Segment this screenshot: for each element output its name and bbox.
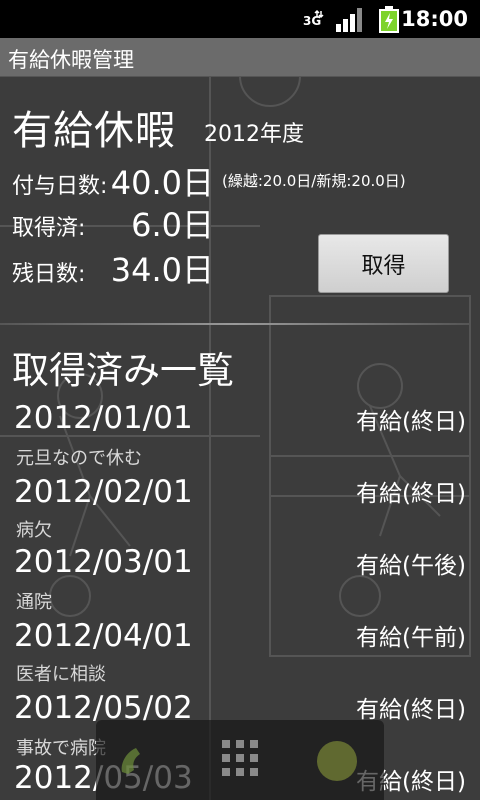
entry-note: 医者に相談	[16, 664, 106, 685]
entry-note: 事故で病院	[16, 738, 106, 759]
entry-date: 2012/04/01	[14, 618, 193, 654]
fiscal-year: 2012年度	[204, 122, 304, 147]
network-3g-icon: 3G	[303, 9, 324, 28]
launcher-dock	[96, 720, 384, 800]
entry-type: 有給(終日)	[356, 697, 466, 723]
taken-days-value: 6.0日	[131, 206, 214, 244]
section-divider	[0, 323, 470, 325]
entry-note: 病欠	[16, 520, 52, 541]
browser-icon[interactable]	[314, 738, 360, 784]
history-title: 取得済み一覧	[12, 349, 234, 392]
granted-days-detail: (繰越:20.0日/新規:20.0日)	[222, 172, 406, 190]
page-heading: 有給休暇	[12, 108, 176, 154]
entry-type: 有給(午前)	[356, 625, 466, 651]
svg-text:3G: 3G	[303, 14, 321, 28]
entry-date: 2012/03/01	[14, 544, 193, 580]
battery-charging-icon	[379, 6, 399, 33]
acquire-button[interactable]: 取得	[318, 234, 449, 293]
granted-days-value: 40.0日	[110, 164, 214, 202]
signal-icon	[336, 8, 362, 32]
entry-date: 2012/01/01	[14, 400, 193, 436]
status-bar: 3G 18:00	[0, 0, 480, 38]
entry-note: 通院	[16, 592, 52, 613]
entry-type: 有給(終日)	[356, 409, 466, 435]
taken-days-label: 取得済:	[12, 216, 86, 241]
entry-type: 有給(終日)	[356, 481, 466, 507]
app-drawer-icon[interactable]	[220, 738, 260, 778]
entry-note: 元旦なので休む	[16, 448, 142, 469]
remaining-days-label: 残日数:	[12, 262, 86, 287]
remaining-days-value: 34.0日	[110, 251, 214, 289]
entry-type: 有給(午後)	[356, 553, 466, 579]
granted-days-label: 付与日数:	[12, 174, 108, 199]
phone-icon[interactable]	[114, 742, 160, 788]
entry-date: 2012/02/01	[14, 474, 193, 510]
app-title: 有給休暇管理	[8, 48, 134, 72]
status-time: 18:00	[401, 7, 468, 31]
app-title-bar: 有給休暇管理	[0, 38, 480, 77]
